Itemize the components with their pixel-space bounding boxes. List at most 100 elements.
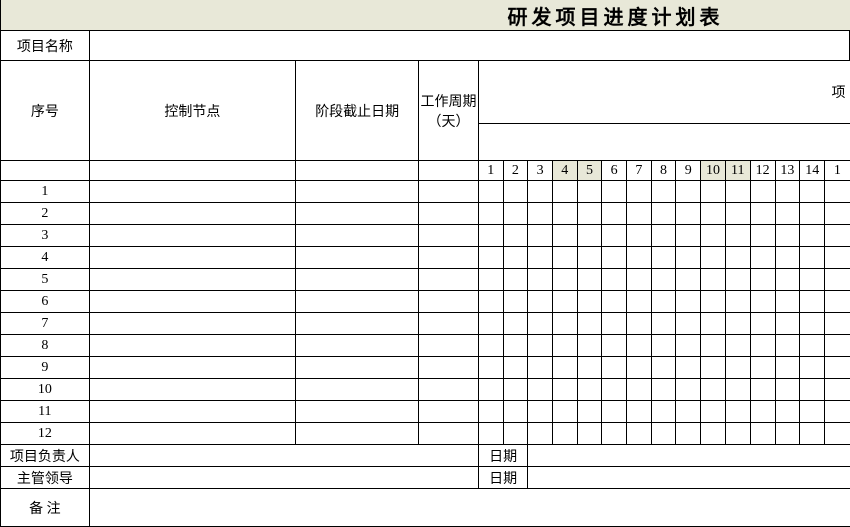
day-cell <box>775 181 800 203</box>
seq-cell: 6 <box>1 291 90 313</box>
day-cell <box>577 225 602 247</box>
day-header-1: 1 <box>478 161 503 181</box>
day-cell <box>775 313 800 335</box>
seq-cell: 12 <box>1 423 90 445</box>
day-cell <box>602 181 627 203</box>
day-cell <box>800 313 825 335</box>
day-cell <box>725 181 750 203</box>
day-cell <box>676 423 701 445</box>
day-cell <box>825 401 850 423</box>
remark-value <box>89 489 849 527</box>
node-blank <box>89 161 296 181</box>
table-row: 11 <box>1 401 850 423</box>
date-label-1: 日期 <box>478 445 527 467</box>
blank-mid-header <box>478 123 849 161</box>
day-cell <box>750 291 775 313</box>
day-cell <box>602 423 627 445</box>
day-cell <box>775 357 800 379</box>
day-cell <box>627 203 652 225</box>
day-cell <box>651 423 676 445</box>
day-cell <box>478 335 503 357</box>
seq-cell: 7 <box>1 313 90 335</box>
day-cell <box>651 181 676 203</box>
remark-row: 备 注 <box>1 489 850 527</box>
day-cell <box>503 247 528 269</box>
remark-label: 备 注 <box>1 489 90 527</box>
day-cell <box>552 313 577 335</box>
day-cell <box>602 269 627 291</box>
seq-cell: 11 <box>1 401 90 423</box>
day-cell <box>528 335 553 357</box>
table-row: 12 <box>1 423 850 445</box>
day-cell <box>528 225 553 247</box>
node-cell <box>89 291 296 313</box>
day-cell <box>577 335 602 357</box>
day-cell <box>800 269 825 291</box>
table-row: 6 <box>1 291 850 313</box>
day-cell <box>478 225 503 247</box>
day-cell <box>750 357 775 379</box>
day-cell <box>552 203 577 225</box>
table-row: 8 <box>1 335 850 357</box>
table-row: 3 <box>1 225 850 247</box>
day-header-12: 12 <box>750 161 775 181</box>
day-cell <box>725 247 750 269</box>
day-cell <box>627 269 652 291</box>
cycle-cell <box>419 313 479 335</box>
node-cell <box>89 225 296 247</box>
table-row: 2 <box>1 203 850 225</box>
day-cell <box>602 291 627 313</box>
project-name-value <box>89 31 849 61</box>
day-cell <box>552 181 577 203</box>
day-cell <box>552 335 577 357</box>
day-cell <box>775 335 800 357</box>
day-cell <box>528 423 553 445</box>
node-cell <box>89 181 296 203</box>
day-cell <box>478 203 503 225</box>
day-cell <box>577 181 602 203</box>
cycle-cell <box>419 379 479 401</box>
deadline-cell <box>296 269 419 291</box>
supervisor-label: 主管领导 <box>1 467 90 489</box>
day-cell <box>676 357 701 379</box>
day-cell <box>503 335 528 357</box>
day-cell <box>701 225 726 247</box>
day-header-15: 1 <box>825 161 850 181</box>
deadline-header: 阶段截止日期 <box>296 61 419 161</box>
work-cycle-header: 工作周期（天） <box>419 61 479 161</box>
day-cell <box>676 313 701 335</box>
day-cell <box>676 291 701 313</box>
day-cell <box>651 357 676 379</box>
seq-cell: 10 <box>1 379 90 401</box>
cycle-blank <box>419 161 479 181</box>
day-cell <box>552 291 577 313</box>
day-cell <box>577 379 602 401</box>
day-cell <box>478 247 503 269</box>
seq-header: 序号 <box>1 61 90 161</box>
deadline-cell <box>296 203 419 225</box>
day-cell <box>503 269 528 291</box>
supervisor-row: 主管领导 日期 <box>1 467 850 489</box>
day-header-5: 5 <box>577 161 602 181</box>
day-cell <box>552 401 577 423</box>
day-cell <box>627 335 652 357</box>
node-cell <box>89 313 296 335</box>
day-cell <box>503 181 528 203</box>
day-cell <box>800 181 825 203</box>
day-header-4: 4 <box>552 161 577 181</box>
day-cell <box>651 313 676 335</box>
day-cell <box>825 313 850 335</box>
day-cell <box>627 181 652 203</box>
day-cell <box>701 313 726 335</box>
day-cell <box>825 225 850 247</box>
cycle-cell <box>419 225 479 247</box>
date-value-2 <box>528 467 850 489</box>
day-header-6: 6 <box>602 161 627 181</box>
day-cell <box>725 423 750 445</box>
day-cell <box>676 401 701 423</box>
cycle-cell <box>419 269 479 291</box>
day-cell <box>478 313 503 335</box>
day-cell <box>627 423 652 445</box>
day-cell <box>676 247 701 269</box>
day-cell <box>725 225 750 247</box>
